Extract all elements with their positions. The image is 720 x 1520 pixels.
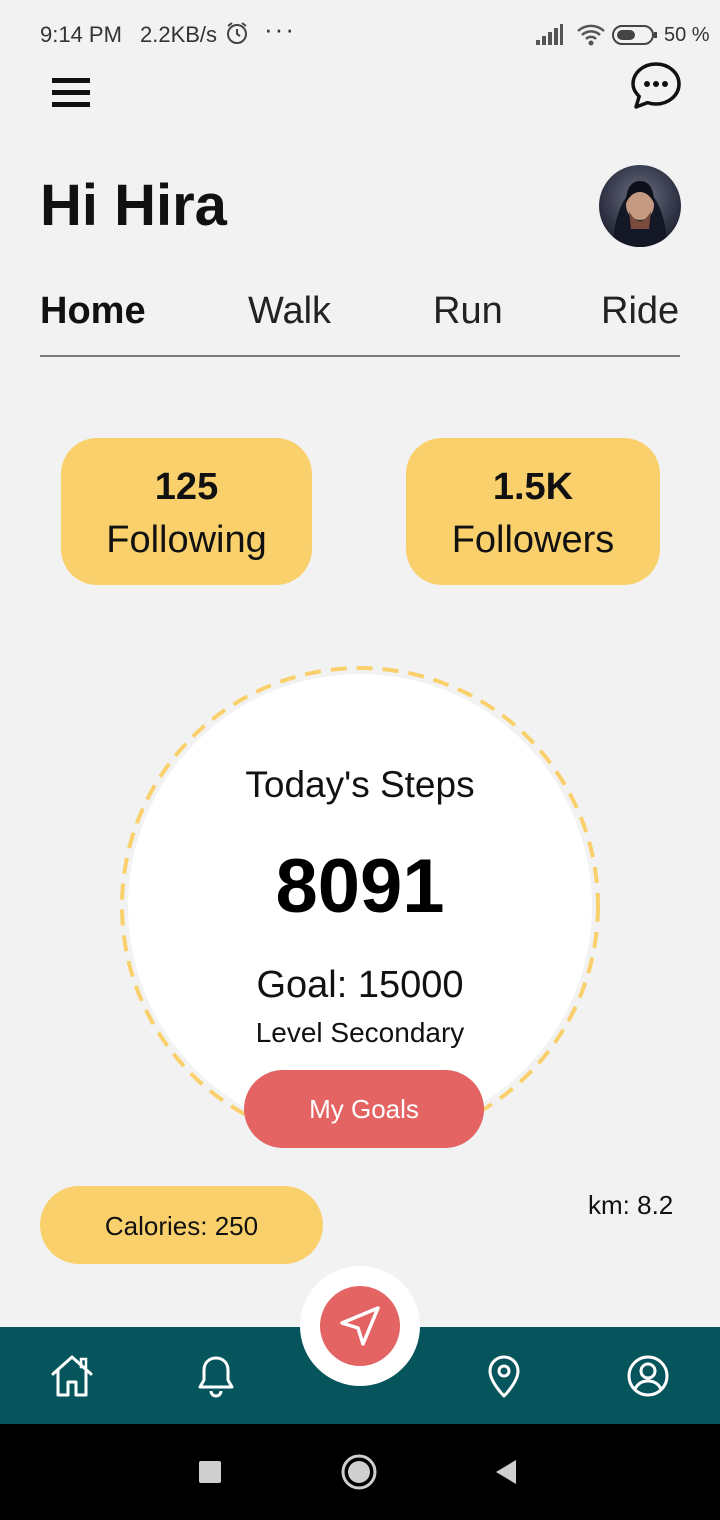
tab-bar: Home Walk Run Ride (40, 290, 680, 350)
alarm-icon (224, 20, 250, 46)
followers-label: Followers (451, 519, 615, 561)
tab-run[interactable]: Run (433, 290, 503, 333)
signal-icon (534, 24, 564, 46)
home-system-icon[interactable] (341, 1454, 377, 1490)
bell-icon[interactable] (192, 1352, 240, 1400)
chat-icon[interactable] (628, 60, 684, 112)
navigate-button[interactable] (320, 1286, 400, 1366)
status-bar: 9:14 PM 2.2KB/s ··· 50 % (0, 0, 720, 70)
back-icon[interactable] (494, 1459, 518, 1485)
calories-badge: Calories: 250 (40, 1186, 323, 1264)
followers-card[interactable]: 1.5K Followers (406, 438, 660, 585)
status-time: 9:14 PM (40, 22, 122, 47)
system-navigation-bar (0, 1424, 720, 1520)
navigate-icon (340, 1306, 380, 1346)
avatar[interactable] (599, 165, 681, 247)
home-icon[interactable] (48, 1352, 96, 1400)
my-goals-button[interactable]: My Goals (244, 1070, 484, 1148)
steps-level: Level Secondary (255, 1017, 465, 1048)
steps-count: 8091 (275, 844, 445, 929)
distance-km: km: 8.2 (588, 1190, 674, 1220)
battery-percentage: 50 % (664, 24, 710, 46)
tab-walk[interactable]: Walk (248, 290, 331, 333)
battery-icon (612, 24, 658, 46)
profile-icon[interactable] (624, 1352, 672, 1400)
wifi-icon (576, 22, 606, 48)
followers-count: 1.5K (492, 466, 574, 508)
recent-apps-icon[interactable] (199, 1461, 221, 1483)
tab-home[interactable]: Home (40, 290, 146, 333)
following-label: Following (106, 519, 267, 561)
status-network-speed: 2.2KB/s (140, 22, 218, 47)
steps-title: Today's Steps (245, 764, 475, 805)
steps-goal: Goal: 15000 (256, 964, 464, 1006)
tab-divider (40, 355, 680, 357)
tab-ride[interactable]: Ride (601, 290, 679, 333)
menu-icon[interactable] (48, 74, 94, 112)
following-card[interactable]: 125 Following (61, 438, 312, 585)
following-count: 125 (154, 466, 219, 508)
greeting-title: Hi Hira (40, 173, 227, 238)
status-more-indicator: ··· (264, 14, 296, 44)
location-pin-icon[interactable] (480, 1352, 528, 1400)
